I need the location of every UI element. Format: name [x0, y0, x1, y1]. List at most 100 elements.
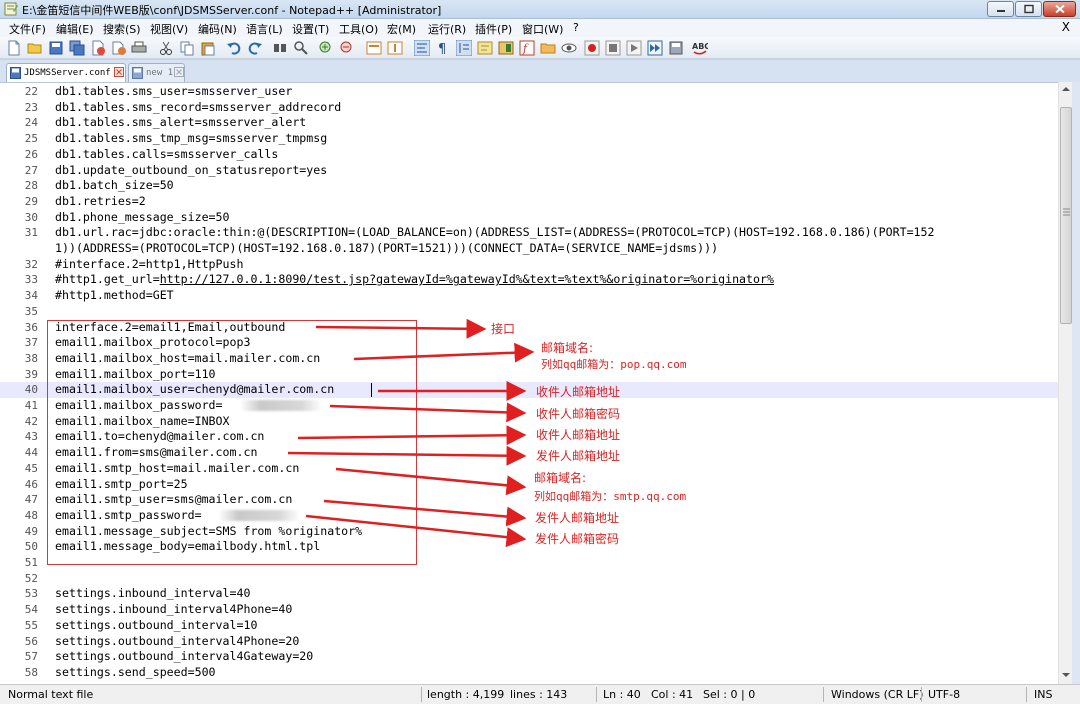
window-frame-edge	[1072, 82, 1080, 684]
status-divider	[421, 687, 422, 702]
menu-window[interactable]: 窗口(W)	[522, 21, 563, 37]
user-language-icon[interactable]	[477, 40, 493, 56]
arrow-sender-address-2	[323, 499, 527, 527]
tab-new-1[interactable]: new 1	[128, 63, 185, 82]
annotation-outgoing-example: 列如qq邮箱为：smtp.qq.com	[534, 490, 687, 503]
play-macro-icon[interactable]	[626, 40, 642, 56]
folder-workspace-icon[interactable]	[540, 40, 556, 56]
arrow-sender-address-1	[287, 445, 527, 466]
notepad-plus-plus-icon	[4, 2, 18, 16]
close-file-icon[interactable]	[90, 40, 106, 56]
close-button[interactable]	[1043, 1, 1076, 17]
new-file-icon[interactable]	[6, 40, 22, 56]
scroll-up-icon[interactable]	[1062, 86, 1070, 92]
menu-file[interactable]: 文件(F)	[9, 21, 46, 37]
title-bar: E:\金笛短信中间件WEB版\conf\JDSMSServer.conf - N…	[0, 0, 1080, 19]
annotation-outgoing-domain: 邮箱域名:	[534, 471, 587, 485]
menu-plugins[interactable]: 插件(P)	[475, 21, 512, 37]
menu-encoding[interactable]: 编码(N)	[198, 21, 237, 37]
status-sel: Sel : 0 | 0	[703, 688, 756, 701]
annotation-sender-address: 发件人邮箱地址	[535, 511, 620, 525]
status-eol: Windows (CR LF)	[831, 688, 924, 701]
status-insert-mode: INS	[1034, 688, 1053, 701]
menu-macro[interactable]: 宏(M)	[387, 21, 416, 37]
file-saved-icon	[132, 67, 143, 79]
status-lines: lines : 143	[510, 688, 568, 701]
paste-icon[interactable]	[200, 40, 216, 56]
maximize-button[interactable]	[1015, 1, 1042, 17]
zoom-in-icon[interactable]	[318, 40, 334, 56]
spell-check-icon[interactable]: ABC	[692, 40, 708, 56]
vertical-scrollbar[interactable]	[1058, 82, 1072, 684]
run-macro-multiple-icon[interactable]	[647, 40, 663, 56]
indent-guide-icon[interactable]	[456, 40, 472, 56]
close-icon	[1054, 4, 1065, 14]
doc-map-icon[interactable]	[498, 40, 514, 56]
zoom-out-icon[interactable]	[339, 40, 355, 56]
annotation-incoming-example: 列如qq邮箱为：pop.qq.com	[541, 358, 687, 371]
monitoring-icon[interactable]	[561, 40, 577, 56]
menu-help[interactable]: ?	[573, 21, 579, 34]
minimize-icon	[996, 10, 1005, 12]
status-divider	[823, 687, 824, 702]
menu-tools[interactable]: 工具(O)	[339, 21, 378, 37]
sync-horizontal-icon[interactable]	[387, 40, 403, 56]
notepadpp-window: E:\金笛短信中间件WEB版\conf\JDSMSServer.conf - N…	[0, 0, 1080, 704]
tab-label: new 1	[146, 68, 174, 78]
save-all-icon[interactable]	[69, 40, 85, 56]
show-all-chars-icon[interactable]: ¶	[435, 40, 451, 56]
annotation-arrows	[287, 318, 535, 548]
scroll-down-icon[interactable]	[1062, 672, 1070, 678]
status-file-type: Normal text file	[8, 688, 94, 701]
tab-jdsmsserver-conf[interactable]: JDSMSServer.conf	[6, 63, 126, 82]
annotation-recv-address: 收件人邮箱地址	[536, 428, 621, 442]
scrollbar-thumb[interactable]	[1060, 107, 1072, 324]
status-col: Col : 41	[651, 688, 694, 701]
sync-vertical-icon[interactable]	[366, 40, 382, 56]
status-length: length : 4,199	[427, 688, 505, 701]
menu-settings[interactable]: 设置(T)	[292, 21, 329, 37]
save-icon[interactable]	[48, 40, 64, 56]
annotation-incoming-domain: 邮箱域名:	[541, 341, 594, 355]
redo-icon[interactable]	[247, 40, 263, 56]
record-macro-icon[interactable]	[584, 40, 600, 56]
toolbar: ¶ f ABC	[0, 37, 1080, 59]
arrow-incoming-domain	[353, 342, 535, 363]
editor-area[interactable]: 22 db1.tables.sms_user=smsserver_user 23 d…	[0, 82, 1080, 685]
menu-close-button[interactable]: X	[1062, 20, 1070, 34]
tab-close-icon[interactable]	[114, 67, 124, 77]
open-file-icon[interactable]	[27, 40, 43, 56]
menu-view[interactable]: 视图(V)	[150, 21, 188, 37]
replace-icon[interactable]	[293, 40, 309, 56]
function-list-icon[interactable]: f	[519, 40, 535, 56]
menu-search[interactable]: 搜索(S)	[103, 21, 141, 37]
close-all-icon[interactable]	[111, 40, 127, 56]
annotation-recv-password: 收件人邮箱密码	[536, 407, 621, 421]
status-bar: Normal text file length : 4,199 lines : …	[0, 684, 1080, 704]
cut-icon[interactable]	[158, 40, 174, 56]
menu-edit[interactable]: 编辑(E)	[56, 21, 94, 37]
minimize-button[interactable]	[987, 1, 1014, 17]
arrow-outgoing-domain	[335, 467, 527, 496]
find-icon[interactable]	[272, 40, 288, 56]
copy-icon[interactable]	[179, 40, 195, 56]
annotation-interface: 接口	[491, 322, 516, 336]
annotation-sender-address: 发件人邮箱地址	[536, 449, 621, 463]
status-encoding: UTF-8	[928, 688, 961, 701]
grip-icon	[1063, 208, 1070, 216]
arrow-interface	[315, 318, 487, 339]
tab-bar: JDSMSServer.conf new 1	[0, 60, 1080, 82]
menu-bar: 文件(F) 编辑(E) 搜索(S) 视图(V) 编码(N) 语言(L) 设置(T…	[0, 19, 1080, 37]
menu-language[interactable]: 语言(L)	[246, 21, 283, 37]
menu-run[interactable]: 运行(R)	[428, 21, 466, 37]
undo-icon[interactable]	[226, 40, 242, 56]
annotation-sender-password: 发件人邮箱密码	[535, 532, 620, 546]
svg-text:¶: ¶	[438, 42, 446, 56]
word-wrap-icon[interactable]	[414, 40, 430, 56]
tab-close-icon[interactable]	[174, 67, 184, 77]
stop-macro-icon[interactable]	[605, 40, 621, 56]
print-icon[interactable]	[131, 40, 147, 56]
window-title: E:\金笛短信中间件WEB版\conf\JDSMSServer.conf - N…	[22, 4, 442, 17]
arrow-recv-password	[329, 402, 527, 423]
save-macro-icon[interactable]	[668, 40, 684, 56]
